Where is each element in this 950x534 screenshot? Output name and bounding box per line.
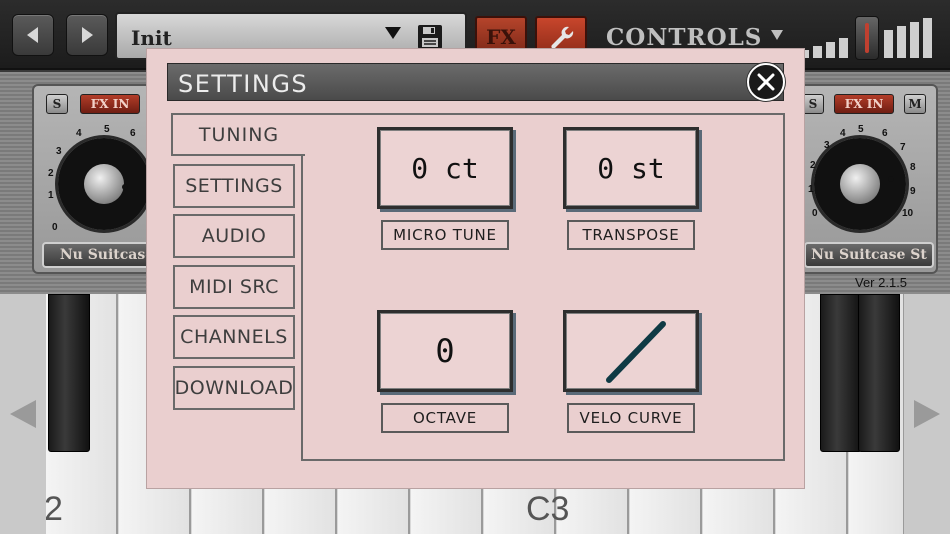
transpose-value: 0 st: [597, 151, 665, 185]
tab-midi-src-label: MIDI SRC: [189, 276, 279, 298]
right-solo-button[interactable]: S: [802, 94, 824, 114]
save-disk-icon[interactable]: [417, 24, 443, 50]
close-dialog-button[interactable]: [747, 63, 785, 101]
active-tab-underline: [171, 154, 305, 156]
scroll-right-arrow-icon[interactable]: [914, 400, 940, 428]
octave-label: OCTAVE: [381, 403, 509, 433]
micro-tune-value: 0 ct: [411, 151, 479, 185]
dialog-title: SETTINGS: [178, 70, 309, 98]
arrow-right-icon: [82, 27, 93, 43]
previous-preset-button[interactable]: [12, 14, 54, 56]
settings-dialog: SETTINGS TUNING SETTINGS AUDIO MIDI SRC …: [146, 48, 805, 489]
left-solo-button[interactable]: S: [46, 94, 68, 114]
tab-audio[interactable]: AUDIO: [173, 214, 295, 258]
black-key[interactable]: [858, 294, 900, 452]
knob-cap: [84, 164, 124, 204]
tab-midi-src[interactable]: MIDI SRC: [173, 265, 295, 309]
version-label: Ver 2.1.5: [855, 275, 908, 290]
octave-value-box[interactable]: 0: [377, 310, 513, 392]
close-icon: [757, 73, 775, 91]
tab-divider: [301, 154, 303, 461]
tab-settings[interactable]: SETTINGS: [173, 164, 295, 208]
velo-curve-box[interactable]: [563, 310, 699, 392]
velo-curve-label: VELO CURVE: [567, 403, 695, 433]
micro-tune-label: MICRO TUNE: [381, 220, 509, 250]
master-volume-slider[interactable]: [855, 16, 879, 60]
dropdown-arrow-icon[interactable]: [385, 27, 401, 39]
left-fx-in-button[interactable]: FX IN: [80, 94, 140, 114]
controls-dropdown-icon[interactable]: [771, 30, 783, 40]
knob-cap: [840, 164, 880, 204]
tab-channels-label: CHANNELS: [180, 326, 288, 348]
velocity-curve-graph: [606, 321, 666, 383]
controls-menu-label[interactable]: CONTROLS: [606, 24, 762, 51]
black-key[interactable]: [48, 294, 90, 452]
right-volume-knob[interactable]: [814, 138, 906, 230]
right-instrument-name: Nu Suitcase St: [804, 242, 934, 268]
octave-key-label: 2: [44, 490, 63, 528]
arrow-left-icon: [27, 27, 38, 43]
tab-tuning-label: TUNING: [198, 124, 280, 146]
tab-tuning[interactable]: TUNING: [171, 113, 305, 155]
octave-value: 0: [435, 332, 455, 370]
transpose-label: TRANSPOSE: [567, 220, 695, 250]
wrench-icon: [551, 26, 574, 49]
dialog-header: SETTINGS: [167, 63, 784, 101]
next-preset-button[interactable]: [66, 14, 108, 56]
app-screen: Init FX CONTROLS S FX IN 0 1 2 3 4 5 6 N…: [0, 0, 950, 534]
tab-download-label: DOWNLOAD: [174, 377, 294, 399]
scroll-left-arrow-icon[interactable]: [10, 400, 36, 428]
left-volume-knob[interactable]: [58, 138, 150, 230]
fx-label: FX: [486, 25, 516, 49]
right-mute-button[interactable]: M: [904, 94, 926, 114]
tab-download[interactable]: DOWNLOAD: [173, 366, 295, 410]
c3-key-label: C3: [526, 490, 570, 528]
transpose-value-box[interactable]: 0 st: [563, 127, 699, 209]
right-fx-in-button[interactable]: FX IN: [834, 94, 894, 114]
tab-channels[interactable]: CHANNELS: [173, 315, 295, 359]
black-key[interactable]: [820, 294, 862, 452]
tab-settings-label: SETTINGS: [185, 175, 283, 197]
micro-tune-value-box[interactable]: 0 ct: [377, 127, 513, 209]
preset-name: Init: [131, 26, 172, 50]
tuning-panel: [303, 113, 785, 461]
tab-audio-label: AUDIO: [201, 225, 267, 247]
